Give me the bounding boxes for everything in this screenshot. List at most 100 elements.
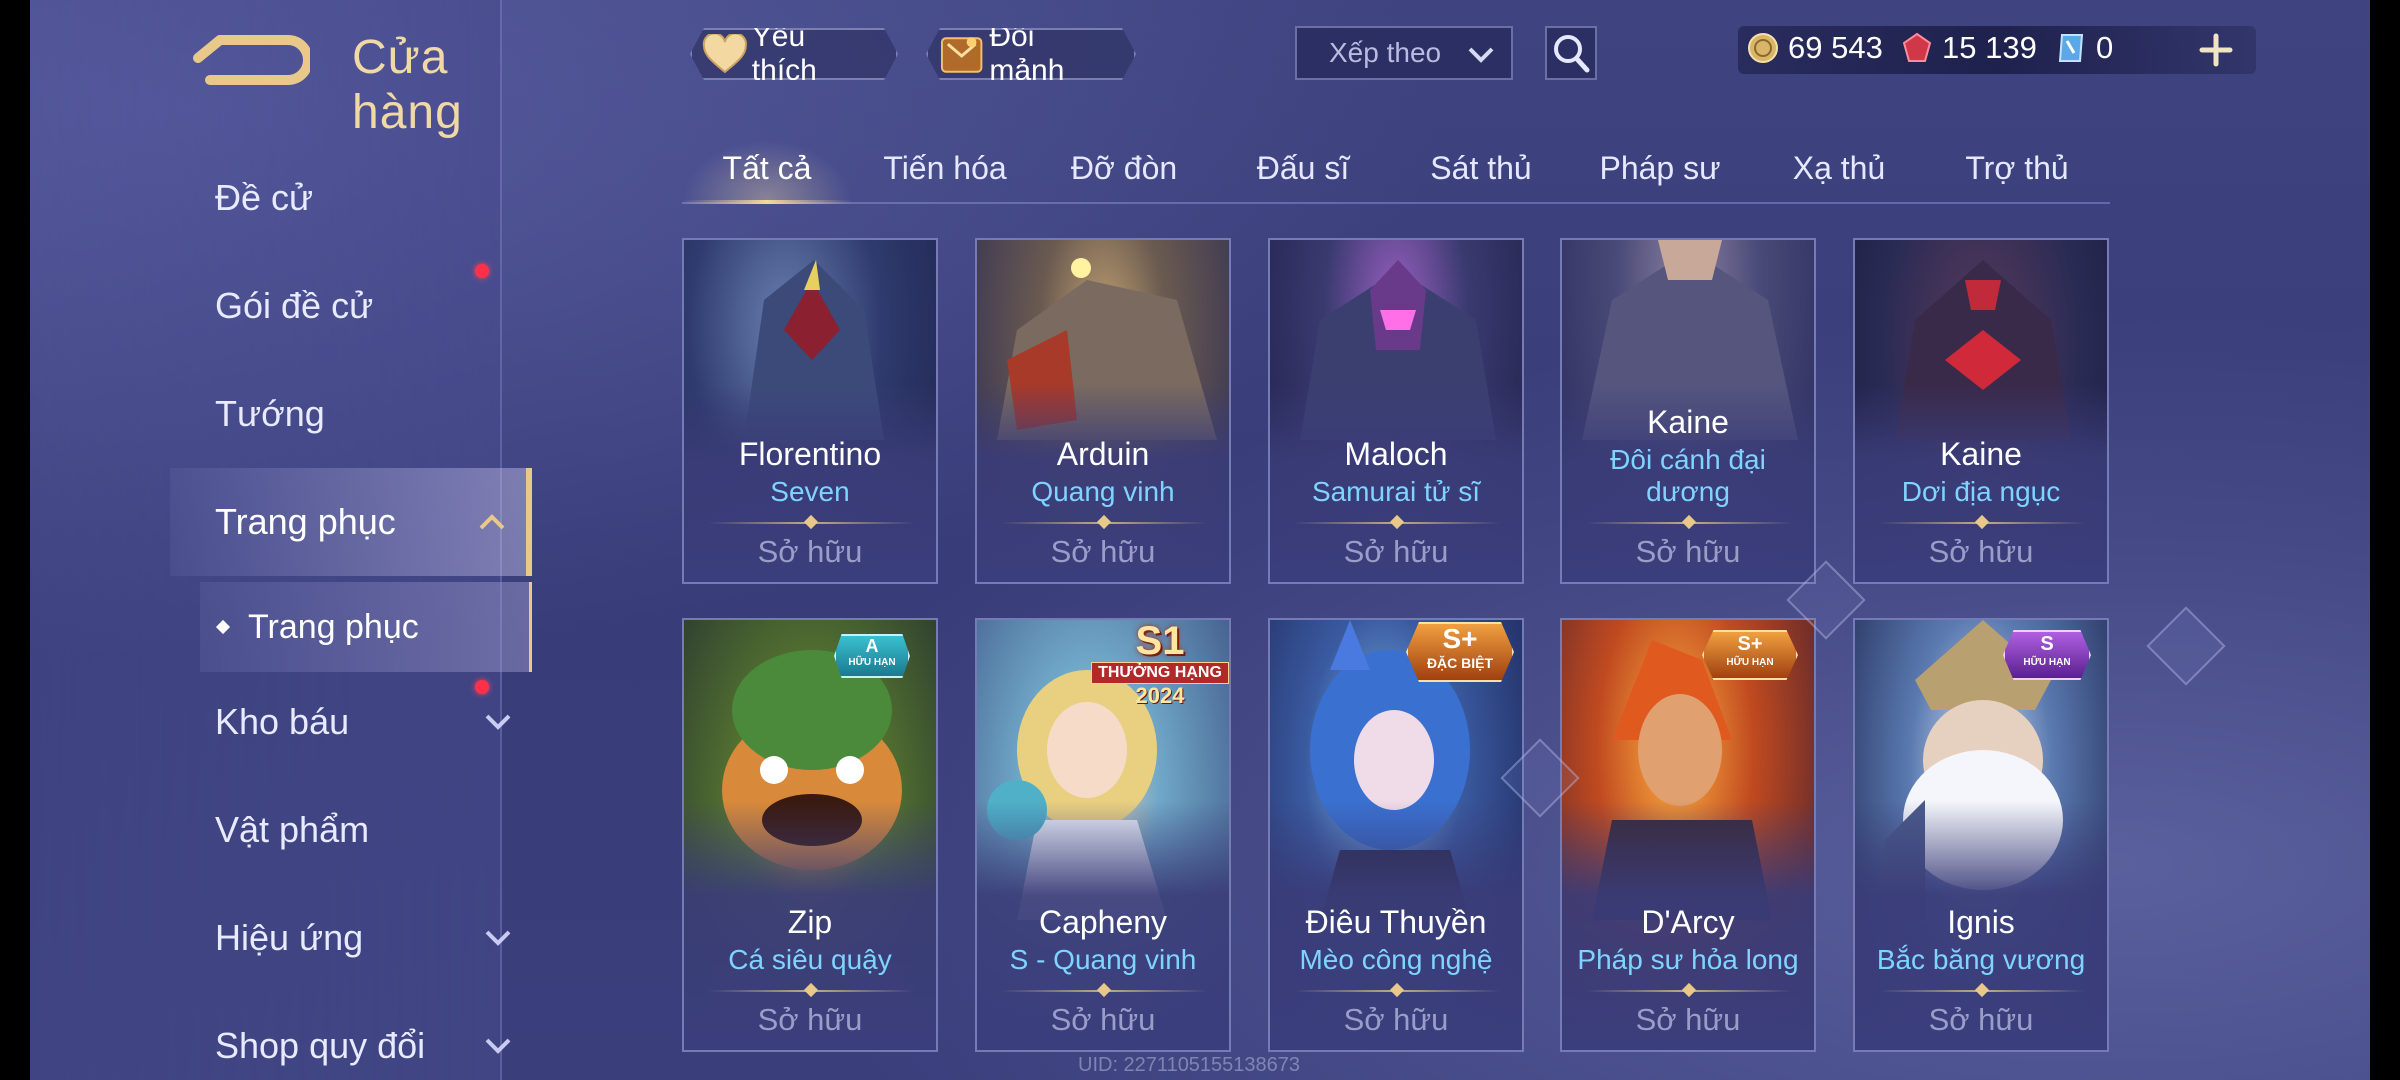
favorites-button[interactable]: Yêu thích	[690, 28, 898, 80]
sidebar-item-label: Shop quy đổi	[215, 1025, 426, 1066]
owned-status: Sở hữu	[1928, 1002, 2034, 1037]
category-tabs: Tất cả Tiến hóa Đỡ đòn Đấu sĩ Sát thủ Ph…	[682, 140, 2110, 204]
tab-label: Tất cả	[722, 150, 812, 186]
chevron-down-icon	[485, 1038, 511, 1054]
shard-box-icon	[938, 32, 985, 76]
badge-sub: HỮU HẠN	[848, 657, 896, 668]
card-separator	[1586, 522, 1792, 524]
hero-name: Ignis	[1947, 904, 2015, 940]
sidebar-item-label: Trang phục	[215, 501, 396, 542]
skin-card-kaine-doi[interactable]: Kaine Dơi địa ngục Sở hữu	[1853, 238, 2109, 584]
sidebar-item-kho-bau[interactable]: Kho báu	[170, 668, 532, 776]
skin-name: S - Quang vinh	[1009, 944, 1197, 975]
sidebar-item-trang-phuc[interactable]: Trang phục	[170, 468, 532, 576]
chevron-down-icon	[485, 930, 511, 946]
owned-status: Sở hữu	[1635, 534, 1741, 569]
sidebar: Cửa hàng Đề cử Gói đề cử Tướng Trang phụ…	[30, 0, 532, 1080]
tab-tien-hoa[interactable]: Tiến hóa	[860, 140, 1030, 200]
tab-do-don[interactable]: Đỡ đòn	[1039, 140, 1209, 200]
tab-dau-si[interactable]: Đấu sĩ	[1218, 140, 1388, 200]
skin-name: Dơi địa ngục	[1901, 476, 2061, 507]
red-gem-icon	[1902, 32, 1932, 62]
badge-sub: ĐẶC BIỆT	[1426, 655, 1494, 671]
badge-tier: S	[2040, 633, 2054, 655]
card-separator	[1879, 990, 2085, 992]
tab-xa-thu[interactable]: Xạ thủ	[1754, 140, 1924, 200]
sidebar-item-label: Kho báu	[215, 701, 350, 742]
tab-phap-su[interactable]: Pháp sư	[1575, 140, 1745, 200]
card-separator	[1294, 990, 1500, 992]
owned-status: Sở hữu	[757, 534, 863, 569]
tab-label: Trợ thủ	[1965, 150, 2069, 186]
plus-icon[interactable]	[2196, 26, 2236, 74]
tab-tro-thu[interactable]: Trợ thủ	[1932, 140, 2102, 200]
sidebar-item-de-cu[interactable]: Đề cử	[170, 144, 532, 252]
gold-amount: 69 543	[1788, 30, 1883, 65]
sidebar-item-tuong[interactable]: Tướng	[170, 360, 532, 468]
hero-name: Zip	[787, 904, 833, 940]
heart-icon	[702, 34, 748, 74]
tab-label: Đỡ đòn	[1070, 150, 1178, 186]
gold-balance: 69 543	[1746, 30, 1883, 66]
tab-label: Pháp sư	[1599, 150, 1721, 186]
skin-card-arduin[interactable]: Arduin Quang vinh Sở hữu	[975, 238, 1231, 584]
sidebar-item-label: Đề cử	[215, 177, 314, 218]
hero-name: Điêu Thuyền	[1305, 904, 1487, 940]
exchange-shards-button[interactable]: Đổi mảnh	[926, 28, 1136, 80]
sidebar-item-goi-de-cu[interactable]: Gói đề cử	[170, 252, 532, 360]
owned-status: Sở hữu	[1343, 534, 1449, 569]
hero-name: Capheny	[1038, 904, 1168, 940]
tab-active-underline	[682, 200, 852, 204]
chevron-down-icon	[485, 714, 511, 730]
chevron-up-icon	[479, 514, 505, 530]
back-arrow-icon[interactable]	[190, 28, 310, 92]
card-separator	[1879, 522, 2085, 524]
gem-balance: 15 139	[1900, 30, 2037, 66]
chevron-down-icon	[1468, 47, 1494, 63]
hero-name: Maloch	[1344, 436, 1448, 472]
search-button[interactable]	[1545, 26, 1597, 80]
skin-card-florentino[interactable]: Florentino Seven Sở hữu	[682, 238, 938, 584]
gem-amount: 15 139	[1942, 30, 2037, 65]
rarity-badge: A HỮU HẠN	[834, 634, 910, 678]
tab-label: Tiến hóa	[883, 150, 1007, 186]
voucher-icon	[2058, 34, 2084, 62]
tab-tat-ca[interactable]: Tất cả	[682, 140, 852, 204]
sidebar-subitem-trang-phuc[interactable]: Trang phục	[200, 582, 532, 672]
hero-name: Arduin	[1056, 436, 1150, 472]
favorites-label: Yêu thích	[751, 20, 817, 87]
hero-name: Kaine	[1940, 436, 2022, 472]
hero-name: Florentino	[738, 436, 882, 472]
page-title: Cửa hàng	[352, 31, 463, 139]
sidebar-item-hieu-ung[interactable]: Hiệu ứng	[170, 884, 532, 992]
badge-tier: S1	[1135, 619, 1185, 663]
skin-card-kaine-doi-canh[interactable]: Kaine Đôi cánh đại dương Sở hữu	[1560, 238, 1816, 584]
card-separator	[1001, 990, 1207, 992]
card-separator	[1586, 990, 1792, 992]
skin-card-darcy[interactable]: S+ HỮU HẠN D'Arcy Pháp sư hỏa long Sở hữ…	[1560, 618, 1816, 1052]
badge-sub: THƯỞNG HẠNG	[1091, 662, 1229, 684]
sidebar-item-label: Vật phẩm	[215, 809, 370, 850]
skin-name: Cá siêu quậy	[728, 944, 892, 975]
sort-dropdown[interactable]: Xếp theo	[1295, 26, 1513, 80]
tab-label: Đấu sĩ	[1256, 150, 1350, 186]
notification-dot	[475, 264, 489, 278]
user-id: UID: 2271105155138673	[1078, 1054, 1301, 1076]
skin-card-capheny[interactable]: S1 THƯỞNG HẠNG 2024 Capheny S - Quang vi…	[975, 618, 1231, 1052]
owned-status: Sở hữu	[1343, 1002, 1449, 1037]
sidebar-item-vat-pham[interactable]: Vật phẩm	[170, 776, 532, 884]
skin-card-ignis[interactable]: S HỮU HẠN Ignis Bắc băng vương Sở hữu	[1853, 618, 2109, 1052]
voucher-balance: 0	[2054, 30, 2113, 66]
hero-name: Kaine	[1647, 404, 1729, 440]
badge-sub: HỮU HẠN	[2023, 657, 2071, 668]
badge-tier: S+	[1737, 633, 1763, 655]
rarity-badge: S+ ĐẶC BIỆT	[1406, 622, 1514, 682]
sidebar-item-shop-quy-doi[interactable]: Shop quy đổi	[170, 992, 532, 1080]
sidebar-item-label: Tướng	[215, 393, 325, 434]
skin-card-zip[interactable]: A HỮU HẠN Zip Cá siêu quậy Sở hữu	[682, 618, 938, 1052]
skin-name: Samurai tử sĩ	[1311, 476, 1481, 507]
badge-sub: HỮU HẠN	[1726, 657, 1774, 668]
tab-sat-thu[interactable]: Sát thủ	[1396, 140, 1566, 200]
skin-card-maloch[interactable]: Maloch Samurai tử sĩ Sở hữu	[1268, 238, 1524, 584]
skin-card-dieu-thuyen[interactable]: S+ ĐẶC BIỆT Điêu Thuyền Mèo công nghệ Sở…	[1268, 618, 1524, 1052]
